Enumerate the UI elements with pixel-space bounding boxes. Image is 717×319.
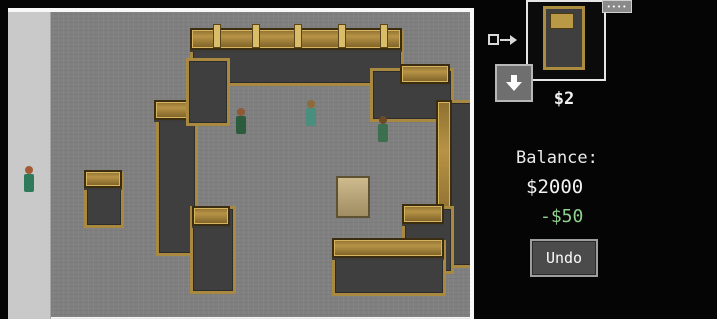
dots-icon-glyph: ••••: [606, 2, 628, 11]
visitor-head: [25, 166, 33, 174]
game-viewport[interactable]: [8, 8, 474, 319]
wall-item-preview: [543, 6, 585, 70]
visitor-body: [306, 108, 316, 126]
visitor-2[interactable]: [236, 108, 246, 134]
next-item-button[interactable]: [495, 64, 533, 102]
wall-post: [252, 24, 260, 48]
arrow-right-icon: [488, 30, 518, 50]
entrance-corridor: [8, 8, 51, 319]
queue-rail-bottom-right: [332, 238, 444, 258]
visitor-head: [379, 116, 387, 124]
visitor-head: [237, 108, 245, 116]
queue-rail-left: [154, 100, 190, 120]
wall-post: [338, 24, 346, 48]
loose-wall-rail: [84, 170, 122, 188]
visitor-body: [24, 174, 34, 192]
pending-cost: -$50: [540, 206, 584, 227]
queue-wall-left-top: [186, 58, 230, 126]
arrow-down-icon: [506, 75, 522, 91]
wall-post: [294, 24, 302, 48]
arrow-right-icon-svg: [488, 34, 517, 45]
wall-post: [213, 24, 221, 48]
queue-rail-left-lower: [192, 206, 230, 226]
balance-label: Balance:: [516, 148, 598, 168]
queue-rail-right-upper: [400, 64, 450, 84]
item-selector[interactable]: [526, 0, 606, 81]
queue-rail-right-lower: [402, 204, 444, 224]
viewport-border-top: [8, 8, 474, 12]
visitor-body: [378, 124, 388, 142]
dots-icon[interactable]: ••••: [602, 0, 632, 13]
undo-button[interactable]: Undo: [530, 239, 598, 277]
crate[interactable]: [336, 176, 370, 218]
balance-value: $2000: [526, 176, 584, 198]
visitor-1[interactable]: [24, 166, 34, 192]
visitor-body: [236, 116, 246, 134]
visitor-head: [307, 100, 315, 108]
visitor-3[interactable]: [306, 100, 316, 126]
visitor-4[interactable]: [378, 116, 388, 142]
wall-post: [380, 24, 388, 48]
item-price: $2: [553, 89, 575, 109]
build-panel: •••• $2 Balance: $2000 -$50 Undo: [474, 0, 717, 319]
